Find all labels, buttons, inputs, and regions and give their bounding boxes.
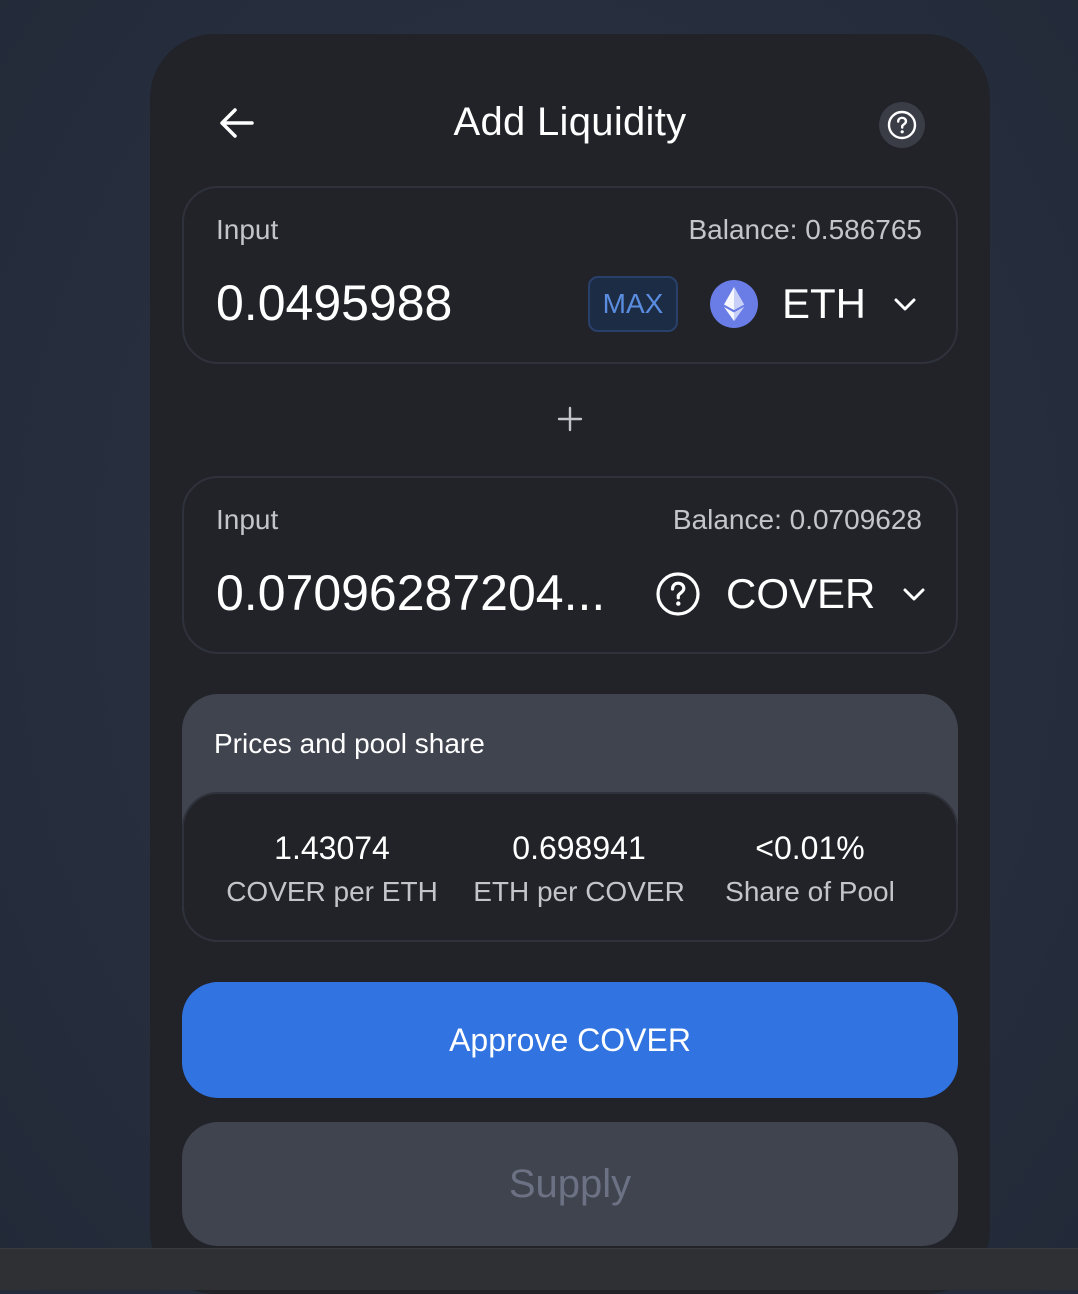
stat-label: Share of Pool: [725, 876, 895, 907]
token-select-eth[interactable]: ETH: [710, 274, 920, 334]
max-button[interactable]: MAX: [588, 276, 678, 332]
ethereum-icon: [710, 280, 758, 328]
stat-value: 0.698941: [512, 830, 646, 866]
token-input-panel-eth: Input Balance: 0.586765 0.0495988 MAX ET…: [182, 186, 958, 364]
token-input-panel-cover: Input Balance: 0.0709628 0.07096287204..…: [182, 476, 958, 654]
chevron-down-icon: [899, 579, 929, 609]
approve-button[interactable]: Approve COVER: [182, 982, 958, 1098]
amount-input[interactable]: 0.0495988: [216, 274, 452, 332]
stat-share-of-pool: <0.01% Share of Pool: [680, 828, 940, 910]
help-button[interactable]: [879, 102, 925, 148]
amount-input[interactable]: 0.07096287204...: [216, 564, 605, 622]
balance-text: Balance: 0.586765: [688, 214, 922, 245]
stat-eth-per-cover: 0.698941 ETH per COVER: [449, 828, 709, 910]
question-circle-icon: [887, 110, 917, 140]
token-select-cover[interactable]: COVER: [654, 564, 929, 624]
stat-label: ETH per COVER: [473, 876, 685, 907]
prices-title: Prices and pool share: [214, 728, 485, 759]
question-circle-icon: [654, 570, 702, 618]
header: Add Liquidity: [150, 34, 990, 194]
token-symbol: COVER: [726, 570, 876, 617]
input-label: Input: [216, 504, 279, 535]
supply-button[interactable]: Supply: [182, 1122, 958, 1246]
bottom-bar: [0, 1248, 1078, 1290]
stat-value: 1.43074: [274, 830, 390, 866]
prices-stats: 1.43074 COVER per ETH 0.698941 ETH per C…: [182, 792, 958, 942]
add-liquidity-card: Add Liquidity Input Balance: 0.586765 0.…: [150, 34, 990, 1294]
token-symbol: ETH: [782, 280, 866, 327]
balance-text: Balance: 0.0709628: [672, 504, 922, 535]
prices-pool-share-panel: Prices and pool share 1.43074 COVER per …: [182, 694, 958, 942]
page-title: Add Liquidity: [453, 100, 687, 144]
input-label: Input: [216, 214, 279, 245]
plus-icon: [555, 404, 585, 434]
stat-cover-per-eth: 1.43074 COVER per ETH: [202, 828, 462, 910]
stat-label: COVER per ETH: [226, 876, 438, 907]
chevron-down-icon: [890, 289, 920, 319]
stat-value: <0.01%: [755, 830, 865, 866]
